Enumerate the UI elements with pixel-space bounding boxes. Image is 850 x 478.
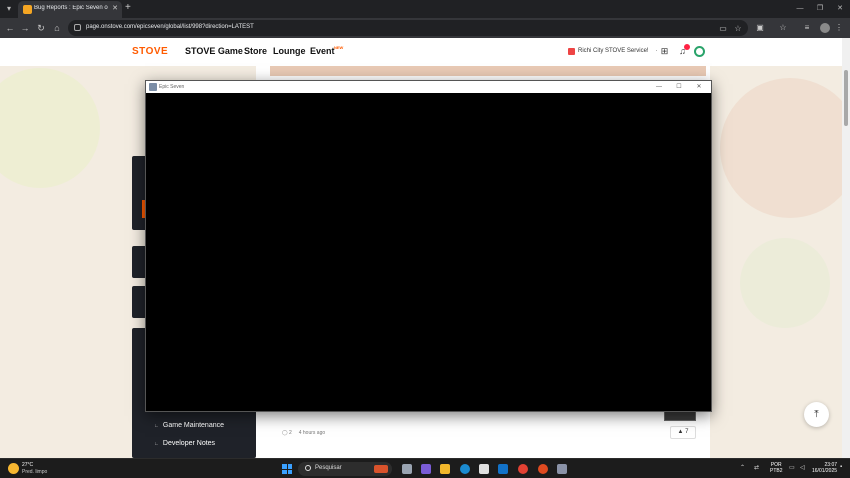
weather-icon[interactable]: [8, 463, 19, 474]
tab-close-icon[interactable]: ✕: [112, 4, 118, 12]
start-menu-icon[interactable]: [282, 464, 292, 474]
home-icon[interactable]: ⌂: [51, 22, 63, 34]
browser-window-controls: — ❐ ✕: [790, 0, 850, 18]
sync-icon[interactable]: ⇄: [754, 464, 759, 471]
edge-icon[interactable]: [460, 464, 470, 474]
epic-seven-taskbar-icon[interactable]: [557, 464, 567, 474]
game-window[interactable]: Epic Seven — ☐ ✕: [145, 80, 712, 412]
address-url[interactable]: page.onstove.com/epicseven/global/list/9…: [86, 24, 254, 30]
close-icon[interactable]: ✕: [830, 0, 850, 18]
stove-logo[interactable]: STOVE: [132, 46, 168, 57]
scrollbar-thumb[interactable]: [844, 70, 848, 126]
network-icon[interactable]: ▭: [789, 464, 795, 471]
address-bar[interactable]: page.onstove.com/epicseven/global/list/9…: [68, 20, 748, 36]
nav-lounge[interactable]: Lounge: [273, 46, 306, 56]
game-close-icon[interactable]: ✕: [689, 81, 709, 93]
epic-seven-app-icon: [149, 83, 157, 91]
browser-tabbar: ▾ Bug Reports : Epic Seven on STOVE ✕ + …: [0, 0, 850, 18]
stove-favicon-icon: [23, 5, 32, 14]
copilot-icon[interactable]: [421, 464, 431, 474]
keyboard-layout: PTB2: [770, 468, 783, 474]
weather-temp[interactable]: 27°C: [22, 462, 33, 468]
reload-icon[interactable]: ↻: [35, 22, 47, 34]
menu-icon[interactable]: ⋮: [834, 23, 844, 32]
browser-tab[interactable]: Bug Reports : Epic Seven on STOVE ✕: [18, 1, 122, 18]
background-balloon: [0, 68, 100, 188]
game-viewport[interactable]: [146, 93, 711, 411]
event-new-badge: NEW: [334, 45, 344, 50]
task-view-icon[interactable]: [402, 464, 412, 474]
language-indicator[interactable]: POR PTB2: [770, 462, 783, 474]
scroll-to-top-button[interactable]: ⤒: [804, 402, 829, 427]
notification-badge: [684, 44, 690, 50]
browser-toolbar: ← → ↻ ⌂ page.onstove.com/epicseven/globa…: [0, 18, 850, 38]
clock-date: 16/01/2025: [812, 468, 838, 474]
bookmark-star-icon[interactable]: ☆: [733, 24, 743, 33]
outlook-icon[interactable]: [498, 464, 508, 474]
sidebar-item-game-maintenance[interactable]: Game Maintenance: [154, 422, 224, 429]
background-balloon: [720, 78, 842, 218]
windows-taskbar: 27°C Pred. limpo Pesquisar ⌃ ⇄ POR PTB2 …: [0, 458, 850, 478]
favorites-icon[interactable]: ☆: [778, 23, 788, 32]
apps-grid-icon[interactable]: ⊞: [659, 46, 670, 57]
volume-icon[interactable]: ◁: [800, 464, 805, 471]
user-profile-icon[interactable]: [694, 46, 705, 57]
store-icon[interactable]: [479, 464, 489, 474]
game-maximize-icon[interactable]: ☐: [669, 81, 689, 93]
profile-avatar[interactable]: [820, 23, 830, 33]
extensions-icon[interactable]: ▣: [755, 23, 765, 32]
stove-client-icon[interactable]: [538, 464, 548, 474]
file-explorer-icon[interactable]: [440, 464, 450, 474]
forward-icon[interactable]: →: [19, 22, 31, 34]
comment-count: 2: [289, 430, 292, 436]
chrome-icon[interactable]: [518, 464, 528, 474]
sidebar-item-developer-notes[interactable]: Developer Notes: [154, 440, 215, 447]
comment-icon: ◯: [282, 430, 288, 436]
upvote-button[interactable]: ▲ 7: [670, 426, 696, 439]
service-link[interactable]: Richi City STOVE Service!: [578, 48, 649, 54]
nav-store[interactable]: Store: [244, 46, 267, 56]
board-banner: [270, 66, 706, 76]
show-hidden-icons-icon[interactable]: ⌃: [740, 464, 745, 471]
background-balloon: [740, 238, 830, 328]
tab-search-icon[interactable]: ▾: [3, 3, 15, 15]
minimize-icon[interactable]: —: [790, 0, 810, 18]
media-icon[interactable]: ≡: [802, 23, 812, 32]
clock[interactable]: 23:07 16/01/2025: [812, 462, 837, 474]
weather-desc[interactable]: Pred. limpo: [22, 469, 47, 475]
maximize-icon[interactable]: ❐: [810, 0, 830, 18]
notification-center-icon[interactable]: ▪: [840, 464, 842, 470]
taskbar-search-placeholder[interactable]: Pesquisar: [315, 465, 342, 471]
site-header: STOVE STOVE Game Store Lounge Event NEW …: [0, 38, 842, 66]
new-tab-button[interactable]: +: [125, 3, 131, 13]
game-window-title: Epic Seven: [159, 84, 185, 90]
site-info-icon[interactable]: [74, 24, 81, 31]
game-window-controls: — ☐ ✕: [649, 81, 709, 93]
game-minimize-icon[interactable]: —: [649, 81, 669, 93]
search-highlight-icon: [374, 465, 388, 473]
search-icon: [305, 465, 311, 471]
taskbar-search[interactable]: Pesquisar: [298, 462, 392, 476]
back-icon[interactable]: ←: [4, 22, 16, 34]
tab-title: Bug Reports : Epic Seven on STOVE: [34, 5, 108, 11]
game-window-titlebar[interactable]: Epic Seven — ☐ ✕: [146, 81, 711, 93]
page-scrollbar[interactable]: [842, 38, 850, 458]
nav-event[interactable]: Event: [310, 46, 335, 56]
cast-icon[interactable]: ▭: [718, 24, 728, 33]
service-icon: [568, 48, 575, 55]
post-meta: ◯ 2 4 hours ago: [282, 430, 325, 436]
nav-stove-game[interactable]: STOVE Game: [185, 46, 243, 56]
post-time: 4 hours ago: [298, 430, 326, 436]
